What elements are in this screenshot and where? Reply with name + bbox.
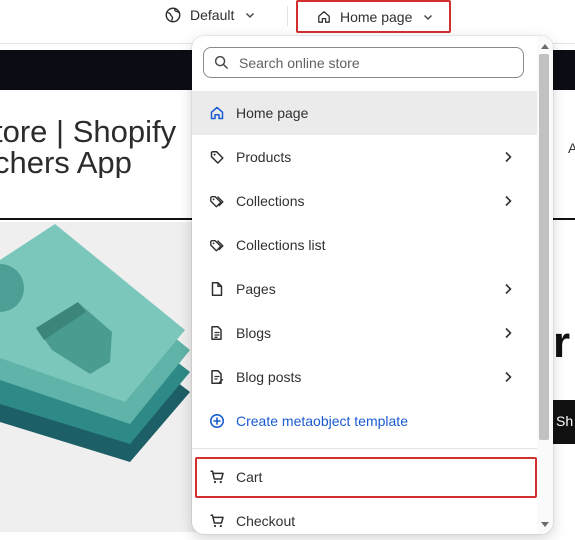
hero-illustration	[0, 222, 200, 532]
hero-heading-fragment: r	[553, 318, 571, 367]
tag-icon	[210, 150, 224, 164]
template-menu: Home page Products Collections Collectio…	[192, 91, 537, 534]
tags-icon	[210, 196, 224, 208]
store-title: tore | Shopify chers App	[0, 116, 214, 178]
menu-item-label: Create metaobject template	[236, 413, 408, 429]
menu-item-label: Cart	[236, 469, 263, 485]
chevron-down-icon	[246, 12, 255, 19]
search-input[interactable]	[237, 53, 507, 72]
page-selector-dropdown: Home page Products Collections	[192, 36, 553, 534]
blog-icon	[211, 326, 222, 340]
menu-item-label: Pages	[236, 281, 276, 297]
home-icon	[210, 106, 224, 120]
menu-item-blogs[interactable]: Blogs	[192, 311, 537, 355]
store-title-line-1: tore | Shopify	[0, 116, 177, 149]
menu-item-label: Products	[236, 149, 292, 165]
theme-label: Default	[190, 7, 235, 23]
chevron-right-icon	[505, 283, 512, 295]
chevron-right-icon	[505, 151, 512, 163]
globe-icon	[165, 7, 181, 23]
menu-item-label: Blog posts	[236, 369, 302, 385]
menu-item-collections-list[interactable]: Collections list	[192, 223, 537, 267]
menu-item-home-page[interactable]: Home page	[192, 91, 537, 135]
store-title-line-2: chers App	[0, 145, 132, 178]
menu-item-label: Checkout	[236, 513, 296, 529]
search-icon	[214, 55, 228, 69]
search-field[interactable]	[203, 47, 524, 78]
menu-item-products[interactable]: Products	[192, 135, 537, 179]
page-selector[interactable]: Home page	[296, 0, 451, 33]
topbar-divider	[287, 6, 288, 26]
scroll-up-arrow-icon[interactable]	[541, 44, 549, 49]
chevron-right-icon	[505, 371, 512, 383]
menu-item-label: Collections	[236, 193, 305, 209]
menu-item-label: Collections list	[236, 237, 326, 253]
cart-icon	[210, 470, 224, 484]
tags-icon	[210, 240, 224, 252]
cart-icon	[210, 514, 224, 528]
menu-item-label: Home page	[236, 105, 309, 121]
chevron-right-icon	[505, 327, 512, 339]
menu-item-collections[interactable]: Collections	[192, 179, 537, 223]
page-selector-label: Home page	[340, 8, 413, 25]
scroll-down-arrow-icon[interactable]	[541, 522, 549, 527]
menu-item-blog-posts[interactable]: Blog posts	[192, 355, 537, 399]
menu-item-cart[interactable]: Cart	[192, 455, 537, 499]
menu-divider	[192, 448, 537, 449]
chevron-right-icon	[505, 195, 512, 207]
page-icon	[211, 282, 223, 296]
header-nav-link[interactable]: A	[568, 140, 575, 156]
plus-circle-icon	[210, 414, 224, 428]
home-icon	[318, 10, 330, 23]
scrollbar-thumb[interactable]	[539, 54, 549, 440]
menu-item-label: Blogs	[236, 325, 272, 341]
theme-selector[interactable]: Default	[164, 3, 256, 27]
menu-item-checkout[interactable]: Checkout	[192, 499, 537, 534]
menu-item-pages[interactable]: Pages	[192, 267, 537, 311]
chevron-down-icon	[424, 14, 433, 20]
blog-post-icon	[211, 370, 224, 384]
menu-item-create-metaobject-template[interactable]: Create metaobject template	[192, 399, 537, 443]
